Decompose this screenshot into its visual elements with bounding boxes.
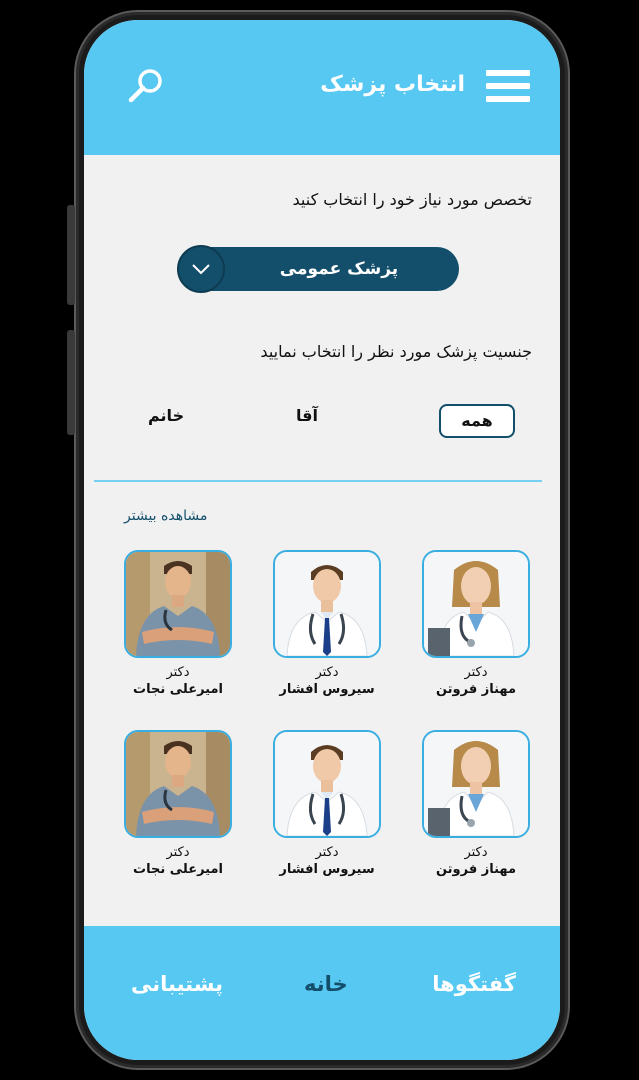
gender-prompt: جنسیت پزشک مورد نظر را انتخاب نمایید [260, 342, 532, 361]
doctor-title: دکتر [166, 665, 190, 680]
top-app-bar: انتخاب پزشک [84, 20, 560, 155]
specialty-selected-value: پزشک عمومی [279, 259, 399, 279]
gender-option-female[interactable]: خانم [148, 406, 184, 425]
specialty-dropdown[interactable]: پزشک عمومی [177, 245, 459, 293]
doctor-name: سیروس افشار [279, 862, 375, 877]
nav-home[interactable]: خانه [304, 972, 348, 996]
volume-down-button [67, 330, 75, 435]
hamburger-menu-icon[interactable] [486, 70, 530, 104]
doctor-photo-female [422, 730, 530, 838]
volume-up-button [67, 205, 75, 305]
bottom-navigation: گفتگوها خانه پشتیبانی [84, 926, 560, 1060]
doctor-title: دکتر [315, 665, 339, 680]
doctor-name: امیرعلی نجات [133, 862, 223, 877]
doctor-title: دکتر [315, 845, 339, 860]
doctor-card[interactable]: دکتر سیروس افشار [273, 730, 381, 878]
section-divider [94, 480, 542, 482]
app-screen: انتخاب پزشک تخصص مورد نیاز خود را انتخاب… [84, 20, 560, 1060]
doctor-title: دکتر [464, 665, 488, 680]
doctor-name: مهناز فروتن [435, 682, 517, 697]
doctor-card[interactable]: دکتر مهناز فروتن [422, 550, 530, 698]
doctor-title: دکتر [464, 845, 488, 860]
search-icon[interactable] [126, 66, 166, 106]
doctor-card[interactable]: دکتر سیروس افشار [273, 550, 381, 698]
doctor-name: امیرعلی نجات [133, 682, 223, 697]
chevron-down-icon [177, 245, 225, 293]
doctor-photo-male-scrubs [124, 730, 232, 838]
doctor-photo-female [422, 550, 530, 658]
specialty-prompt: تخصص مورد نیاز خود را انتخاب کنید [292, 190, 532, 209]
gender-option-all[interactable]: همه [439, 404, 515, 438]
doctor-card[interactable]: دکتر امیرعلی نجات [124, 730, 232, 878]
page-title: انتخاب پزشک [320, 72, 465, 97]
nav-chats[interactable]: گفتگوها [432, 972, 516, 996]
doctor-card[interactable]: دکتر مهناز فروتن [422, 730, 530, 878]
doctor-photo-male [273, 550, 381, 658]
doctor-photo-male [273, 730, 381, 838]
doctor-title: دکتر [166, 845, 190, 860]
doctor-name: مهناز فروتن [435, 862, 517, 877]
doctor-name: سیروس افشار [279, 682, 375, 697]
nav-support[interactable]: پشتیبانی [131, 972, 223, 996]
gender-option-male[interactable]: آقا [296, 406, 318, 425]
doctor-photo-male-scrubs [124, 550, 232, 658]
see-more-link[interactable]: مشاهده بیشتر [124, 508, 207, 524]
doctor-card[interactable]: دکتر امیرعلی نجات [124, 550, 232, 698]
